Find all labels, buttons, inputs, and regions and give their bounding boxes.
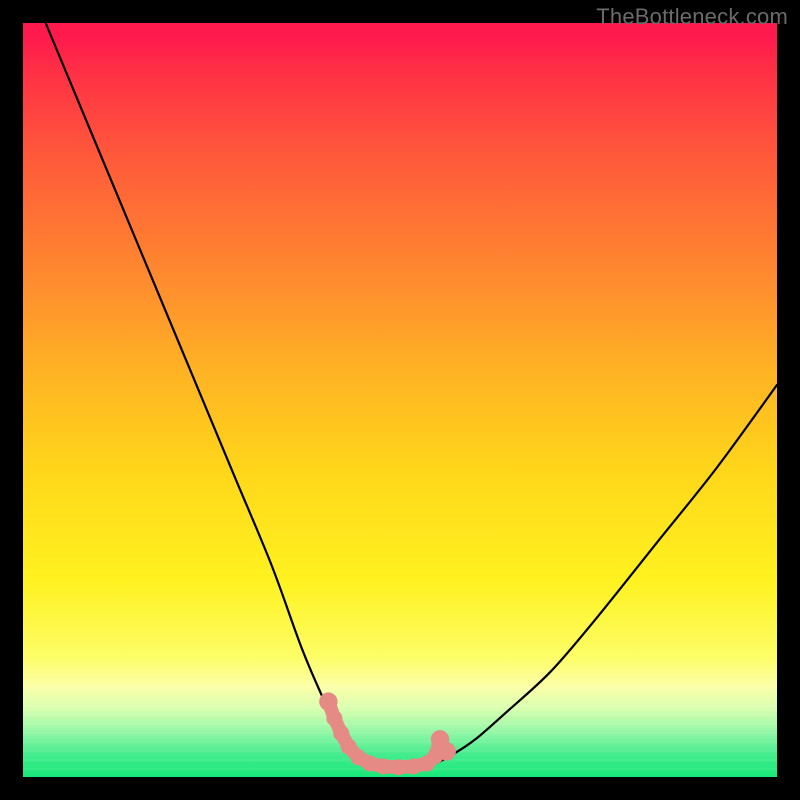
watermark-text: TheBottleneck.com: [596, 4, 788, 30]
marker-dot: [319, 692, 337, 710]
curve-layer: [23, 23, 777, 777]
plot-area: [23, 23, 777, 777]
marker-dot: [326, 710, 342, 726]
marker-dot: [375, 758, 391, 774]
marker-dot: [390, 759, 406, 775]
minimum-marker-chain: [319, 692, 456, 775]
marker-dot: [362, 755, 378, 771]
marker-dot: [438, 742, 456, 760]
chart-frame: TheBottleneck.com: [0, 0, 800, 800]
bottleneck-curve-path: [46, 23, 777, 770]
marker-dot: [333, 725, 349, 741]
marker-dot: [406, 758, 422, 774]
